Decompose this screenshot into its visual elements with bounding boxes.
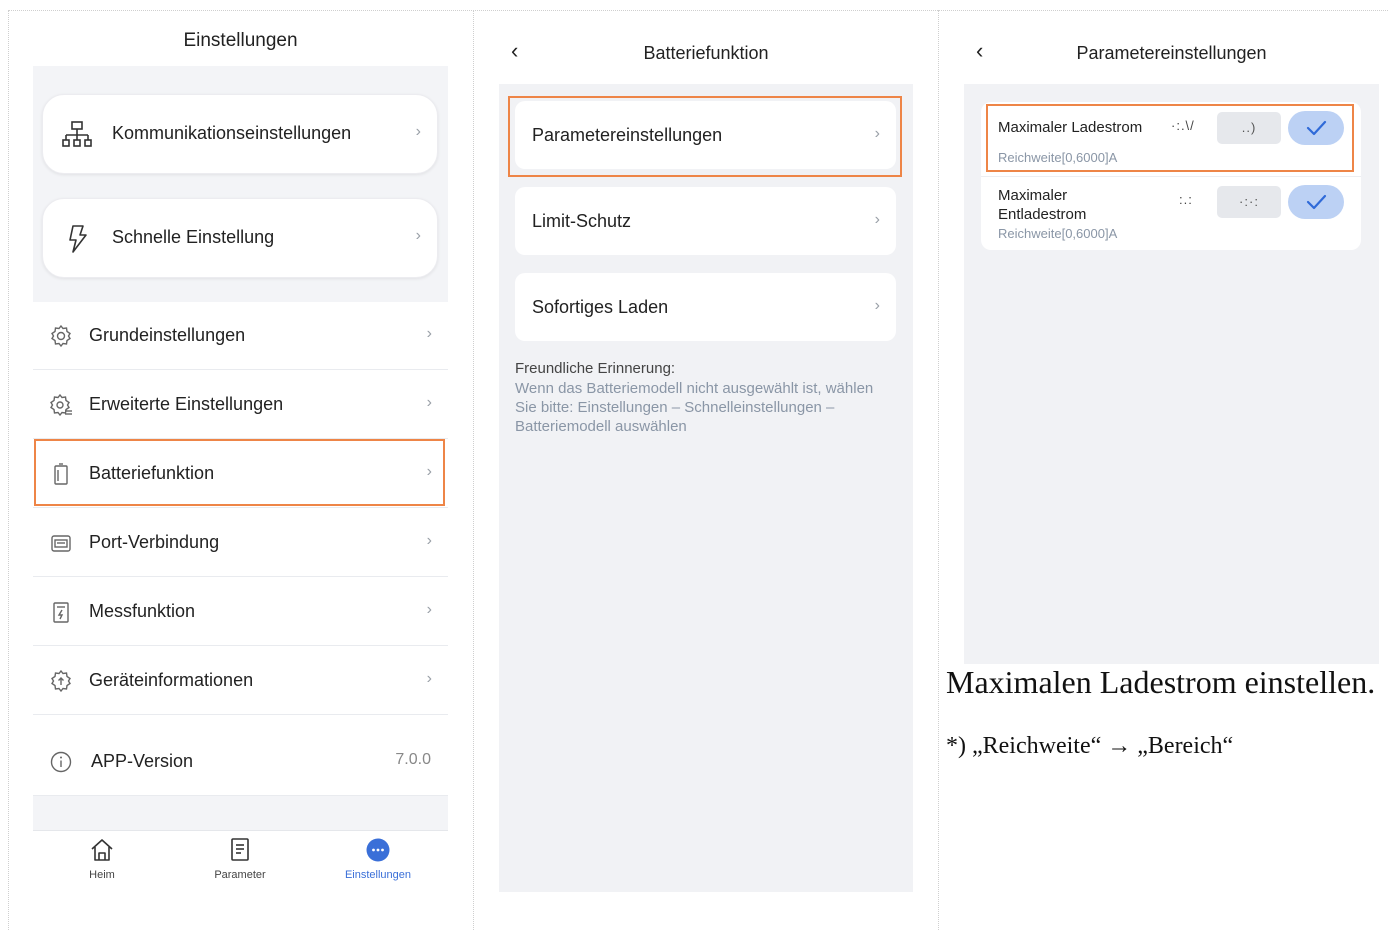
home-icon	[91, 839, 113, 861]
menu-item-label: Limit-Schutz	[532, 211, 632, 231]
chevron-right-icon: ›	[426, 670, 432, 687]
more-icon	[366, 838, 390, 862]
gear-icon	[51, 324, 71, 348]
menu-item-label: Sofortiges Laden	[532, 297, 669, 317]
menu-item-basic-settings[interactable]: Grundeinstellungen ›	[33, 302, 448, 370]
content-area: Maximaler Ladestrom Reichweite[0,6000]A …	[964, 84, 1379, 664]
panel-divider	[938, 10, 939, 930]
quick-setting-card[interactable]: Schnelle Einstellung ›	[42, 198, 438, 278]
network-icon	[62, 121, 92, 147]
chevron-right-icon: ›	[874, 211, 880, 228]
chevron-right-icon: ›	[426, 325, 432, 342]
highlight-frame	[508, 96, 902, 177]
info-icon	[50, 751, 72, 773]
tab-settings[interactable]: Einstellungen	[309, 837, 447, 881]
menu-item-limit-protection[interactable]: Limit-Schutz ›	[515, 187, 896, 255]
menu-item-instant-charging[interactable]: Sofortiges Laden ›	[515, 273, 896, 341]
tab-home[interactable]: Heim	[33, 837, 171, 881]
chevron-right-icon: ›	[415, 123, 421, 140]
page-title: Batteriefunktion	[643, 43, 769, 63]
chevron-right-icon: ›	[415, 227, 421, 244]
communication-settings-card[interactable]: Kommunikationseinstellungen ›	[42, 94, 438, 174]
highlight-frame	[34, 439, 445, 506]
panel-divider	[473, 10, 474, 930]
port-icon	[51, 535, 71, 552]
reminder-text: Wenn das Batteriemodell nicht ausgewählt…	[515, 380, 874, 435]
highlight-frame	[986, 104, 1354, 172]
quick-cards-area: Kommunikationseinstellungen › Schnelle E…	[33, 66, 448, 302]
menu-item-label: Geräteinformationen	[89, 670, 254, 690]
menu-item-label: Port-Verbindung	[89, 532, 220, 552]
menu-item-label: Erweiterte Einstellungen	[89, 394, 284, 414]
tab-label: Parameter	[214, 869, 266, 881]
footnote: *) „Reichweite“ → „Bereich“	[946, 733, 1234, 759]
card-label: Kommunikationseinstellungen	[112, 123, 352, 143]
settings-screen: Einstellungen Kommunikationseinstellunge…	[33, 14, 448, 892]
chevron-right-icon: ›	[874, 297, 880, 314]
param-max-discharge-current: Maximaler Entladestrom Reichweite[0,6000…	[981, 176, 1361, 250]
param-current-value: :.:	[1179, 192, 1193, 207]
top-divider	[8, 10, 1388, 11]
app-version-value: 7.0.0	[395, 751, 431, 768]
check-icon	[1306, 194, 1327, 210]
battery-function-screen: ‹ Batteriefunktion Parametereinstellunge…	[499, 14, 913, 892]
chevron-right-icon: ›	[426, 601, 432, 618]
tab-label: Heim	[89, 869, 115, 881]
app-version-label: APP-Version	[91, 751, 194, 771]
app-version-row: APP-Version 7.0.0	[33, 726, 448, 796]
bottom-tab-bar: Heim Parameter Einstellungen	[33, 830, 448, 892]
confirm-button[interactable]	[1288, 185, 1344, 219]
spacer	[33, 796, 448, 830]
nav-header: ‹ Parametereinstellungen	[964, 14, 1379, 84]
reminder-title: Freundliche Erinnerung:	[515, 360, 676, 377]
menu-item-measurement[interactable]: Messfunktion ›	[33, 578, 448, 646]
document-icon	[231, 838, 249, 861]
menu-item-device-info[interactable]: Geräteinformationen ›	[33, 647, 448, 715]
tab-label: Einstellungen	[344, 869, 412, 881]
menu-item-port-connection[interactable]: Port-Verbindung ›	[33, 509, 448, 577]
tab-parameter[interactable]: Parameter	[171, 837, 309, 881]
param-name: Maximaler Entladestrom	[998, 187, 1087, 223]
menu-item-label: Messfunktion	[89, 601, 196, 621]
chevron-right-icon: ›	[426, 532, 432, 549]
page-title: Parametereinstellungen	[1076, 43, 1267, 63]
lightning-icon	[69, 225, 87, 253]
menu-item-label: Grundeinstellungen	[89, 325, 246, 345]
param-range: Reichweite[0,6000]A	[998, 226, 1118, 241]
caption: Maximalen Ladestrom einstellen.	[946, 664, 1376, 700]
device-info-icon	[51, 669, 71, 693]
parameter-settings-screen: ‹ Parametereinstellungen Maximaler Lades…	[964, 14, 1379, 664]
card-label: Schnelle Einstellung	[112, 227, 275, 247]
page-title: Einstellungen	[183, 30, 298, 51]
chevron-right-icon: ›	[426, 394, 432, 411]
panel-divider	[8, 10, 9, 930]
menu-item-advanced-settings[interactable]: Erweiterte Einstellungen ›	[33, 371, 448, 439]
nav-header: ‹ Batteriefunktion	[499, 14, 913, 84]
content-area: Parametereinstellungen › Limit-Schutz › …	[499, 84, 913, 892]
param-value-input[interactable]: ·:·:	[1217, 186, 1281, 218]
meter-icon	[53, 602, 69, 623]
advanced-gear-icon	[50, 393, 72, 417]
